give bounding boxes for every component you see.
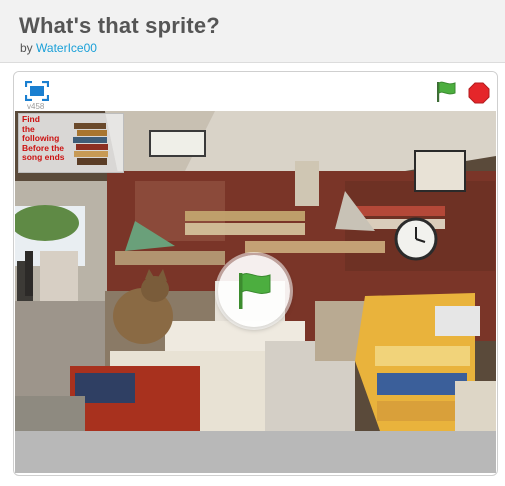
by-label: by: [20, 41, 33, 55]
note-line: song ends: [22, 152, 65, 162]
project-stage[interactable]: Find the following Before the song ends: [15, 111, 496, 431]
project-header: What's that sprite? by WaterIce00: [0, 0, 505, 63]
green-flag-icon[interactable]: [435, 80, 457, 104]
player-footer-bar: [15, 431, 496, 473]
project-title: What's that sprite?: [19, 13, 220, 38]
sprite-note: Find the following Before the song ends: [18, 113, 124, 173]
stop-icon[interactable]: [468, 82, 490, 104]
version-label: v458: [27, 102, 45, 111]
books-stack-icon: [73, 123, 108, 165]
sprite-note-text: Find the following Before the song ends: [22, 114, 74, 163]
start-overlay-button[interactable]: [218, 255, 290, 327]
project-byline: by WaterIce00: [20, 41, 97, 55]
fullscreen-icon[interactable]: [24, 80, 50, 102]
player-controls: v458: [14, 72, 497, 111]
green-flag-play-icon: [239, 273, 271, 309]
author-link[interactable]: WaterIce00: [36, 41, 97, 55]
player-container: v458 Find the following Before the song …: [13, 71, 498, 476]
